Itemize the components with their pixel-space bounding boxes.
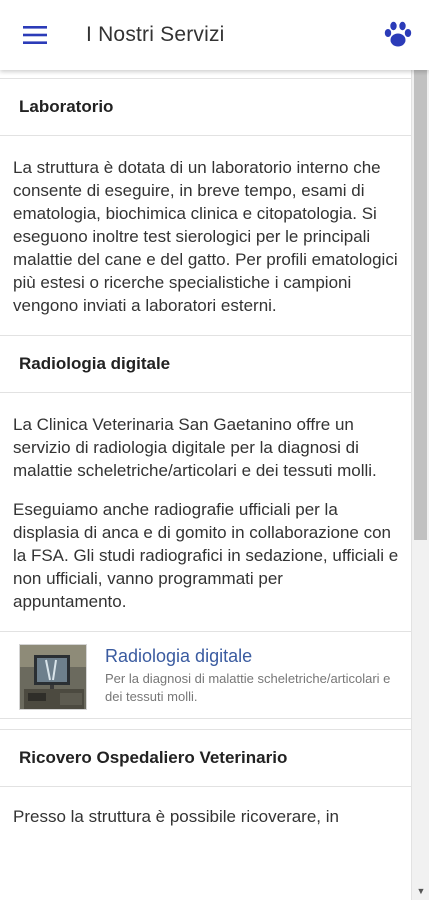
paragraph: La struttura è dotata di un laboratorio … xyxy=(13,158,398,315)
section-body-laboratorio: La struttura è dotata di un laboratorio … xyxy=(0,136,411,335)
page-title: I Nostri Servizi xyxy=(86,23,225,46)
section-title-ricovero: Ricovero Ospedaliero Veterinario xyxy=(0,729,411,787)
hamburger-menu-icon[interactable] xyxy=(18,18,52,52)
vertical-scrollbar[interactable]: ▼ xyxy=(411,70,429,900)
card-text: Radiologia digitale Per la diagnosi di m… xyxy=(105,644,399,706)
card-title[interactable]: Radiologia digitale xyxy=(105,645,399,667)
paragraph: La Clinica Veterinaria San Gaetanino off… xyxy=(13,415,377,480)
radiology-thumbnail-image xyxy=(19,644,87,710)
scrollbar-thumb[interactable] xyxy=(414,70,427,540)
paragraph: Presso la struttura è possibile ricovera… xyxy=(13,807,339,826)
paragraph: Eseguiamo anche radiografie ufficiali pe… xyxy=(13,500,399,611)
app-bar: I Nostri Servizi xyxy=(0,0,429,70)
section-title-radiologia: Radiologia digitale xyxy=(0,335,411,393)
section-title-laboratorio: Laboratorio xyxy=(0,78,411,136)
paw-icon[interactable] xyxy=(381,18,415,52)
scroll-down-arrow-icon[interactable]: ▼ xyxy=(416,886,426,896)
section-body-radiologia: La Clinica Veterinaria San Gaetanino off… xyxy=(0,393,411,631)
services-content[interactable]: Laboratorio La struttura è dotata di un … xyxy=(0,70,411,900)
section-body-ricovero: Presso la struttura è possibile ricovera… xyxy=(0,787,411,828)
card-subtitle: Per la diagnosi di malattie scheletriche… xyxy=(105,671,391,704)
radiologia-card[interactable]: Radiologia digitale Per la diagnosi di m… xyxy=(0,631,411,719)
